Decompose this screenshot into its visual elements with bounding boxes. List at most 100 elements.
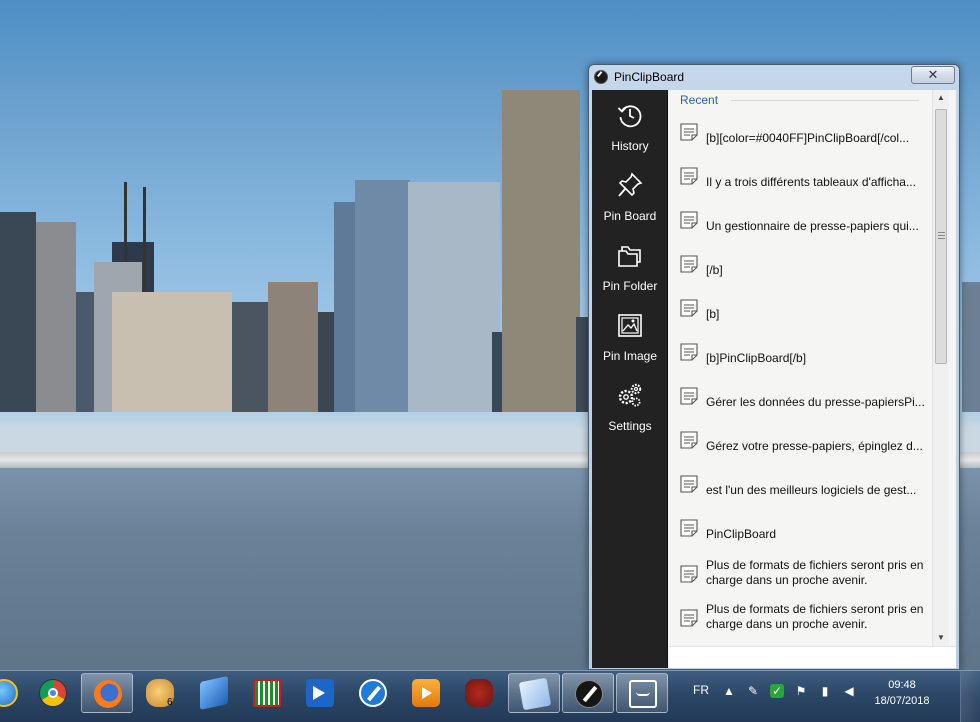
taskbar: 6 FR ▲ ✎ ✓ ⚑ ▮ ◀ 09:48 18/07/2018 — [0, 670, 980, 722]
tray-network-flag-icon[interactable]: ⚑ — [794, 684, 808, 698]
sidebar-item-history[interactable]: History — [592, 96, 668, 162]
ie-icon — [0, 679, 18, 707]
list-item-text: Plus de formats de fichiers seront pris … — [706, 602, 924, 631]
taskbar-app[interactable] — [508, 673, 560, 713]
building — [355, 180, 410, 412]
list-item-text: Gérer les données du presse-papiersPi... — [706, 395, 925, 409]
taskbar-app[interactable] — [347, 673, 399, 713]
language-indicator[interactable]: FR — [693, 683, 709, 697]
teamviewer-icon — [306, 679, 334, 707]
section-title: Recent — [680, 93, 719, 107]
tray-volume-icon[interactable]: ◀ — [842, 684, 856, 698]
history-icon — [617, 105, 642, 128]
sidebar-item-label: Settings — [608, 419, 652, 433]
list-item-text: Un gestionnaire de presse-papiers qui... — [706, 219, 919, 233]
sidebar-item-label: History — [611, 139, 649, 153]
list-item[interactable]: Un gestionnaire de presse-papiers qui... — [669, 203, 931, 247]
taskbar-app[interactable] — [241, 673, 293, 713]
pin-icon — [618, 172, 643, 197]
tray-check-icon[interactable]: ✓ — [770, 684, 784, 698]
pen-icon — [359, 679, 387, 707]
monitor-icon — [629, 680, 657, 708]
window-client: History Pin Board Pin Folder Pin Image S… — [592, 90, 956, 668]
sidebar-item-pin-board[interactable]: Pin Board — [592, 166, 668, 232]
taskbar-app[interactable] — [453, 673, 505, 713]
close-button[interactable]: ✕ — [911, 66, 955, 84]
list-item-text: Il y a trois différents tableaux d'affic… — [706, 175, 916, 189]
scroll-thumb[interactable] — [935, 109, 947, 364]
title-bar[interactable]: PinClipBoard ✕ — [589, 65, 959, 89]
document-icon — [680, 167, 698, 185]
chrome-icon — [39, 679, 67, 707]
document-icon — [680, 299, 698, 317]
list-item[interactable]: Il y a trois différents tableaux d'affic… — [669, 159, 931, 203]
taskbar-app[interactable] — [562, 673, 614, 713]
taskbar-app[interactable] — [0, 673, 30, 713]
section-divider — [731, 100, 919, 101]
taskbar-app[interactable] — [134, 673, 186, 713]
document-icon — [680, 475, 698, 493]
tray-expand-icon[interactable]: ▲ — [722, 684, 736, 698]
tray-pin-icon[interactable]: ✎ — [746, 684, 760, 698]
sidebar-item-label: Pin Folder — [602, 279, 658, 293]
list-item[interactable]: est l'un des meilleurs logiciels de gest… — [669, 467, 931, 511]
taskbar-app[interactable] — [27, 673, 79, 713]
clock-time: 09:48 — [888, 679, 916, 691]
list-item-text: Plus de formats de fichiers seront pris … — [706, 558, 924, 587]
taskbar-app[interactable] — [81, 673, 133, 713]
window-title: PinClipBoard — [614, 70, 685, 84]
scroll-up-arrow-icon[interactable]: ▲ — [933, 90, 949, 105]
taskbar-app[interactable] — [400, 673, 452, 713]
book-icon — [200, 676, 228, 710]
pinclipboard-window: PinClipBoard ✕ History Pin Board Pin Fol… — [588, 64, 960, 670]
sidebar-item-settings[interactable]: Settings — [592, 376, 668, 442]
sidebar: History Pin Board Pin Folder Pin Image S… — [592, 90, 668, 668]
pin-app-icon — [594, 70, 608, 84]
list-item[interactable]: [b]PinClipBoard[/b] — [669, 335, 931, 379]
vertical-scrollbar[interactable]: ▲ ▼ — [932, 90, 949, 646]
list-item-text: [b][color=#0040FF]PinClipBoard[/col... — [706, 131, 910, 145]
building — [408, 182, 500, 412]
document-icon — [680, 123, 698, 141]
show-desktop-button[interactable] — [960, 671, 980, 722]
taskbar-app[interactable] — [188, 673, 240, 713]
taskbar-app[interactable] — [294, 673, 346, 713]
list-item-text: PinClipBoard — [706, 527, 777, 541]
document-icon — [680, 609, 698, 627]
clock[interactable]: 09:48 18/07/2018 — [866, 677, 938, 709]
sidebar-item-pin-folder[interactable]: Pin Folder — [592, 236, 668, 302]
app-badge: 6 — [167, 697, 173, 708]
tall-building — [502, 90, 580, 412]
document-icon — [680, 343, 698, 361]
list-item-text: [/b] — [706, 263, 723, 277]
list-item[interactable]: [b][color=#0040FF]PinClipBoard[/col... — [669, 115, 931, 159]
list-item-text: est l'un des meilleurs logiciels de gest… — [706, 483, 917, 497]
list-item[interactable]: [b] — [669, 291, 931, 335]
list-item[interactable]: [/b] — [669, 247, 931, 291]
firefox-icon — [94, 680, 122, 708]
building — [0, 212, 36, 412]
sidebar-item-label: Pin Image — [602, 349, 658, 363]
list-item-text: Gérez votre presse-papiers, épinglez d..… — [706, 439, 923, 453]
sidebar-item-pin-image[interactable]: Pin Image — [592, 306, 668, 372]
gimp-icon — [465, 679, 493, 707]
taskbar-app[interactable] — [616, 673, 668, 713]
document-icon — [680, 565, 698, 583]
clock-date: 18/07/2018 — [874, 695, 930, 707]
image-icon — [618, 314, 642, 337]
list-item[interactable]: Plus de formats de fichiers seront pris … — [669, 597, 931, 641]
list-item[interactable]: PinClipBoard — [669, 511, 931, 555]
document-icon — [680, 211, 698, 229]
sidebar-item-label: Pin Board — [603, 209, 657, 223]
notebook-icon — [518, 677, 552, 711]
document-icon — [680, 255, 698, 273]
content-panel: Recent [b][color=#0040FF]PinClipBoard[/c… — [669, 90, 956, 668]
list-item[interactable]: Gérer les données du presse-papiersPi... — [669, 379, 931, 423]
building — [36, 222, 76, 412]
tray-signal-icon[interactable]: ▮ — [818, 684, 832, 698]
scroll-down-arrow-icon[interactable]: ▼ — [933, 630, 949, 645]
list-item[interactable]: Plus de formats de fichiers seront pris … — [669, 553, 931, 597]
pinclipboard-icon — [575, 680, 603, 708]
building — [962, 282, 980, 412]
list-item[interactable]: Gérez votre presse-papiers, épinglez d..… — [669, 423, 931, 467]
